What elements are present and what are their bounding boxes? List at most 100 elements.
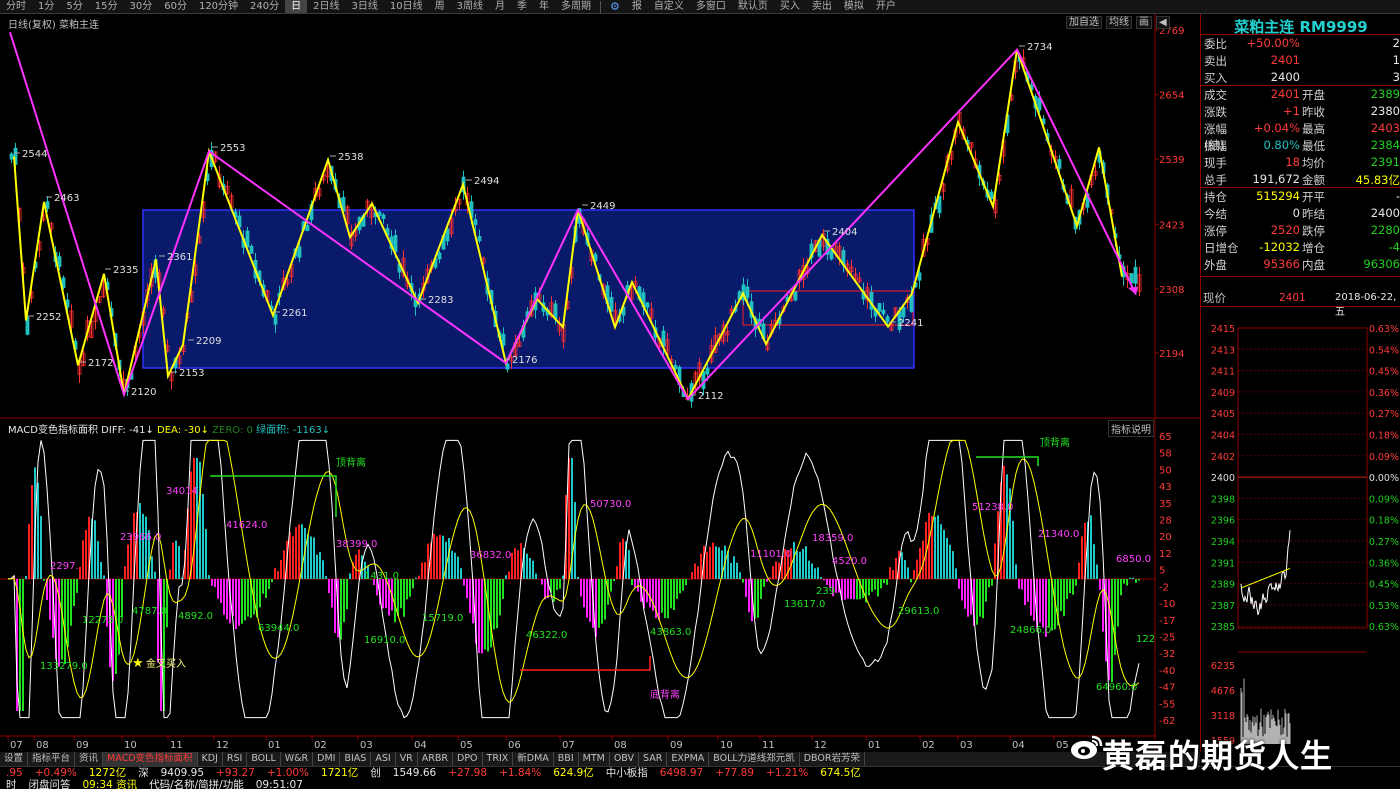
indicator-tab[interactable]: OBV <box>610 752 640 766</box>
indicator-tab[interactable]: BOLL <box>247 752 281 766</box>
indicator-tab[interactable]: BOLL力道线郑元凯 <box>709 752 800 766</box>
status-item: 闭盘问答 <box>28 779 71 789</box>
macd-axis-label: 35 <box>1159 499 1172 510</box>
red-area-value: 21340.0 <box>1038 529 1079 540</box>
add-watchlist-button[interactable]: 加自选 <box>1066 16 1102 29</box>
indicator-tab[interactable]: MACD变色指标面积 <box>103 752 198 766</box>
macd-axis-label: 5 <box>1159 566 1165 577</box>
toolbar-divider <box>600 0 601 13</box>
toolbar-button[interactable]: 开户 <box>870 0 902 13</box>
period-tab[interactable]: 分时 <box>0 0 32 13</box>
gear-icon[interactable]: ⚙ <box>604 0 626 13</box>
indicator-help-button[interactable]: 指标说明 <box>1108 420 1154 437</box>
draw-button[interactable]: 画 <box>1136 16 1152 29</box>
candle-body <box>273 314 278 325</box>
quote-row: 今结 0 昨结 2400 <box>1202 206 1400 223</box>
quote-row: 现手 18 均价 2391 <box>1202 155 1400 172</box>
indicator-tab[interactable]: W&R <box>281 752 314 766</box>
period-tab[interactable]: 日 <box>285 0 308 13</box>
green-area-value: 29613.0 <box>898 606 939 617</box>
quote-label: 委比 <box>1204 37 1227 51</box>
status-item: 时 <box>6 779 17 789</box>
green-area-value: 46322.0 <box>526 630 567 641</box>
candle-body <box>477 236 482 242</box>
period-tab[interactable]: 2日线 <box>307 0 345 13</box>
toolbar-button[interactable]: 报 <box>626 0 648 13</box>
indicator-tab[interactable]: 设置 <box>0 752 29 766</box>
candle-body <box>705 367 710 375</box>
indicator-tab[interactable]: TRIX <box>483 752 514 766</box>
indicator-tab[interactable]: DPO <box>453 752 483 766</box>
toolbar-button[interactable]: 自定义 <box>648 0 690 13</box>
indicator-tab[interactable]: 资讯 <box>75 752 104 766</box>
indicator-tab[interactable]: 新DMA <box>513 752 554 766</box>
quote-value-2: 2384 <box>1370 138 1400 152</box>
period-tab[interactable]: 5分 <box>60 0 88 13</box>
period-tab[interactable]: 周 <box>429 0 451 13</box>
indicator-tab[interactable]: SAR <box>639 752 668 766</box>
toolbar-button[interactable]: 买入 <box>774 0 806 13</box>
candle-body <box>249 245 254 254</box>
date-axis-label: 05 <box>460 740 473 751</box>
indicator-tab[interactable]: 指标平台 <box>28 752 76 766</box>
ticker-value: 1549.66 <box>392 767 437 779</box>
period-tab[interactable]: 多周期 <box>555 0 597 13</box>
moving-average-button[interactable]: 均线 <box>1106 16 1132 29</box>
ticker-value: 创 <box>370 767 381 779</box>
indicator-tab[interactable]: ASI <box>371 752 396 766</box>
indicator-tab[interactable]: KDJ <box>198 752 223 766</box>
indicator-tab[interactable]: DMI <box>313 752 341 766</box>
period-tab[interactable]: 240分 <box>244 0 285 13</box>
period-tab[interactable]: 60分 <box>158 0 193 13</box>
intraday-avg-line <box>1240 567 1291 589</box>
period-tab[interactable]: 年 <box>533 0 555 13</box>
candle-body <box>501 333 506 346</box>
toolbar-button[interactable]: 卖出 <box>806 0 838 13</box>
period-tab[interactable]: 月 <box>489 0 511 13</box>
period-tab[interactable]: 10日线 <box>384 0 429 13</box>
period-tab[interactable]: 120分钟 <box>193 0 244 13</box>
green-area-value: 13617.0 <box>784 599 825 610</box>
quote-value: 0.80% <box>1263 138 1300 152</box>
indicator-tab[interactable]: BIAS <box>340 752 372 766</box>
date-axis-label: 03 <box>360 740 373 751</box>
macd-axis-label: 58 <box>1159 449 1172 460</box>
indicator-tab[interactable]: VR <box>396 752 418 766</box>
down-arrow-icon: ↓ <box>321 425 331 436</box>
indicator-tab[interactable]: EXPMA <box>667 752 710 766</box>
period-tab[interactable]: 季 <box>511 0 533 13</box>
toolbar-button[interactable]: 默认页 <box>732 0 774 13</box>
red-area-value: 51238.0 <box>972 502 1013 513</box>
indicator-tab[interactable]: ARBR <box>418 752 454 766</box>
macd-axis-label: -25 <box>1159 632 1175 643</box>
intraday-pct-label: 0.36% <box>1369 388 1399 399</box>
red-area-value: 36832.0 <box>470 550 511 561</box>
kline-chart-canvas[interactable]: 2769265425392423230821942544246322522172… <box>0 14 1200 752</box>
indicator-tab[interactable]: MTM <box>579 752 610 766</box>
toolbar-button[interactable]: 模拟 <box>838 0 870 13</box>
status-item[interactable]: 代码/名称/简拼/功能 <box>143 779 250 789</box>
candle-body <box>917 272 922 281</box>
status-info-row: 时 闭盘问答 09:34 资讯 代码/名称/简拼/功能 09:51:07 <box>0 779 309 789</box>
period-tab[interactable]: 1分 <box>32 0 60 13</box>
period-tab[interactable]: 3周线 <box>451 0 489 13</box>
toolbar-button[interactable]: 多窗口 <box>690 0 732 13</box>
date-axis-label: 10 <box>124 740 137 751</box>
period-tab[interactable]: 30分 <box>123 0 158 13</box>
swing-price-label: 2538 <box>338 152 363 163</box>
red-area-value: 4520.0 <box>832 556 867 567</box>
period-tab[interactable]: 3日线 <box>346 0 384 13</box>
indicator-tab[interactable]: DBOR岩芳荣 <box>800 752 865 766</box>
macd-green-area: 绿面积: -1163 <box>256 425 322 436</box>
intraday-chart[interactable]: 2415 0.63% 2413 0.54% 2411 0.45% 2409 0.36% 2405… <box>1201 322 1400 752</box>
period-tab[interactable]: 15分 <box>89 0 124 13</box>
indicator-tab[interactable]: BBI <box>554 752 579 766</box>
intraday-pct-label: 0.36% <box>1369 558 1399 569</box>
macd-annotation: 顶背离 <box>1040 436 1070 449</box>
intraday-pct-label: 0.63% <box>1369 622 1399 633</box>
collapse-arrow-icon[interactable]: ◀ <box>1156 16 1170 29</box>
intraday-pct-label: 0.63% <box>1369 324 1399 335</box>
indicator-tab[interactable]: RSI <box>223 752 248 766</box>
ticker-value: +1.21% <box>766 767 809 779</box>
quote-label: 涨停 <box>1204 224 1227 238</box>
